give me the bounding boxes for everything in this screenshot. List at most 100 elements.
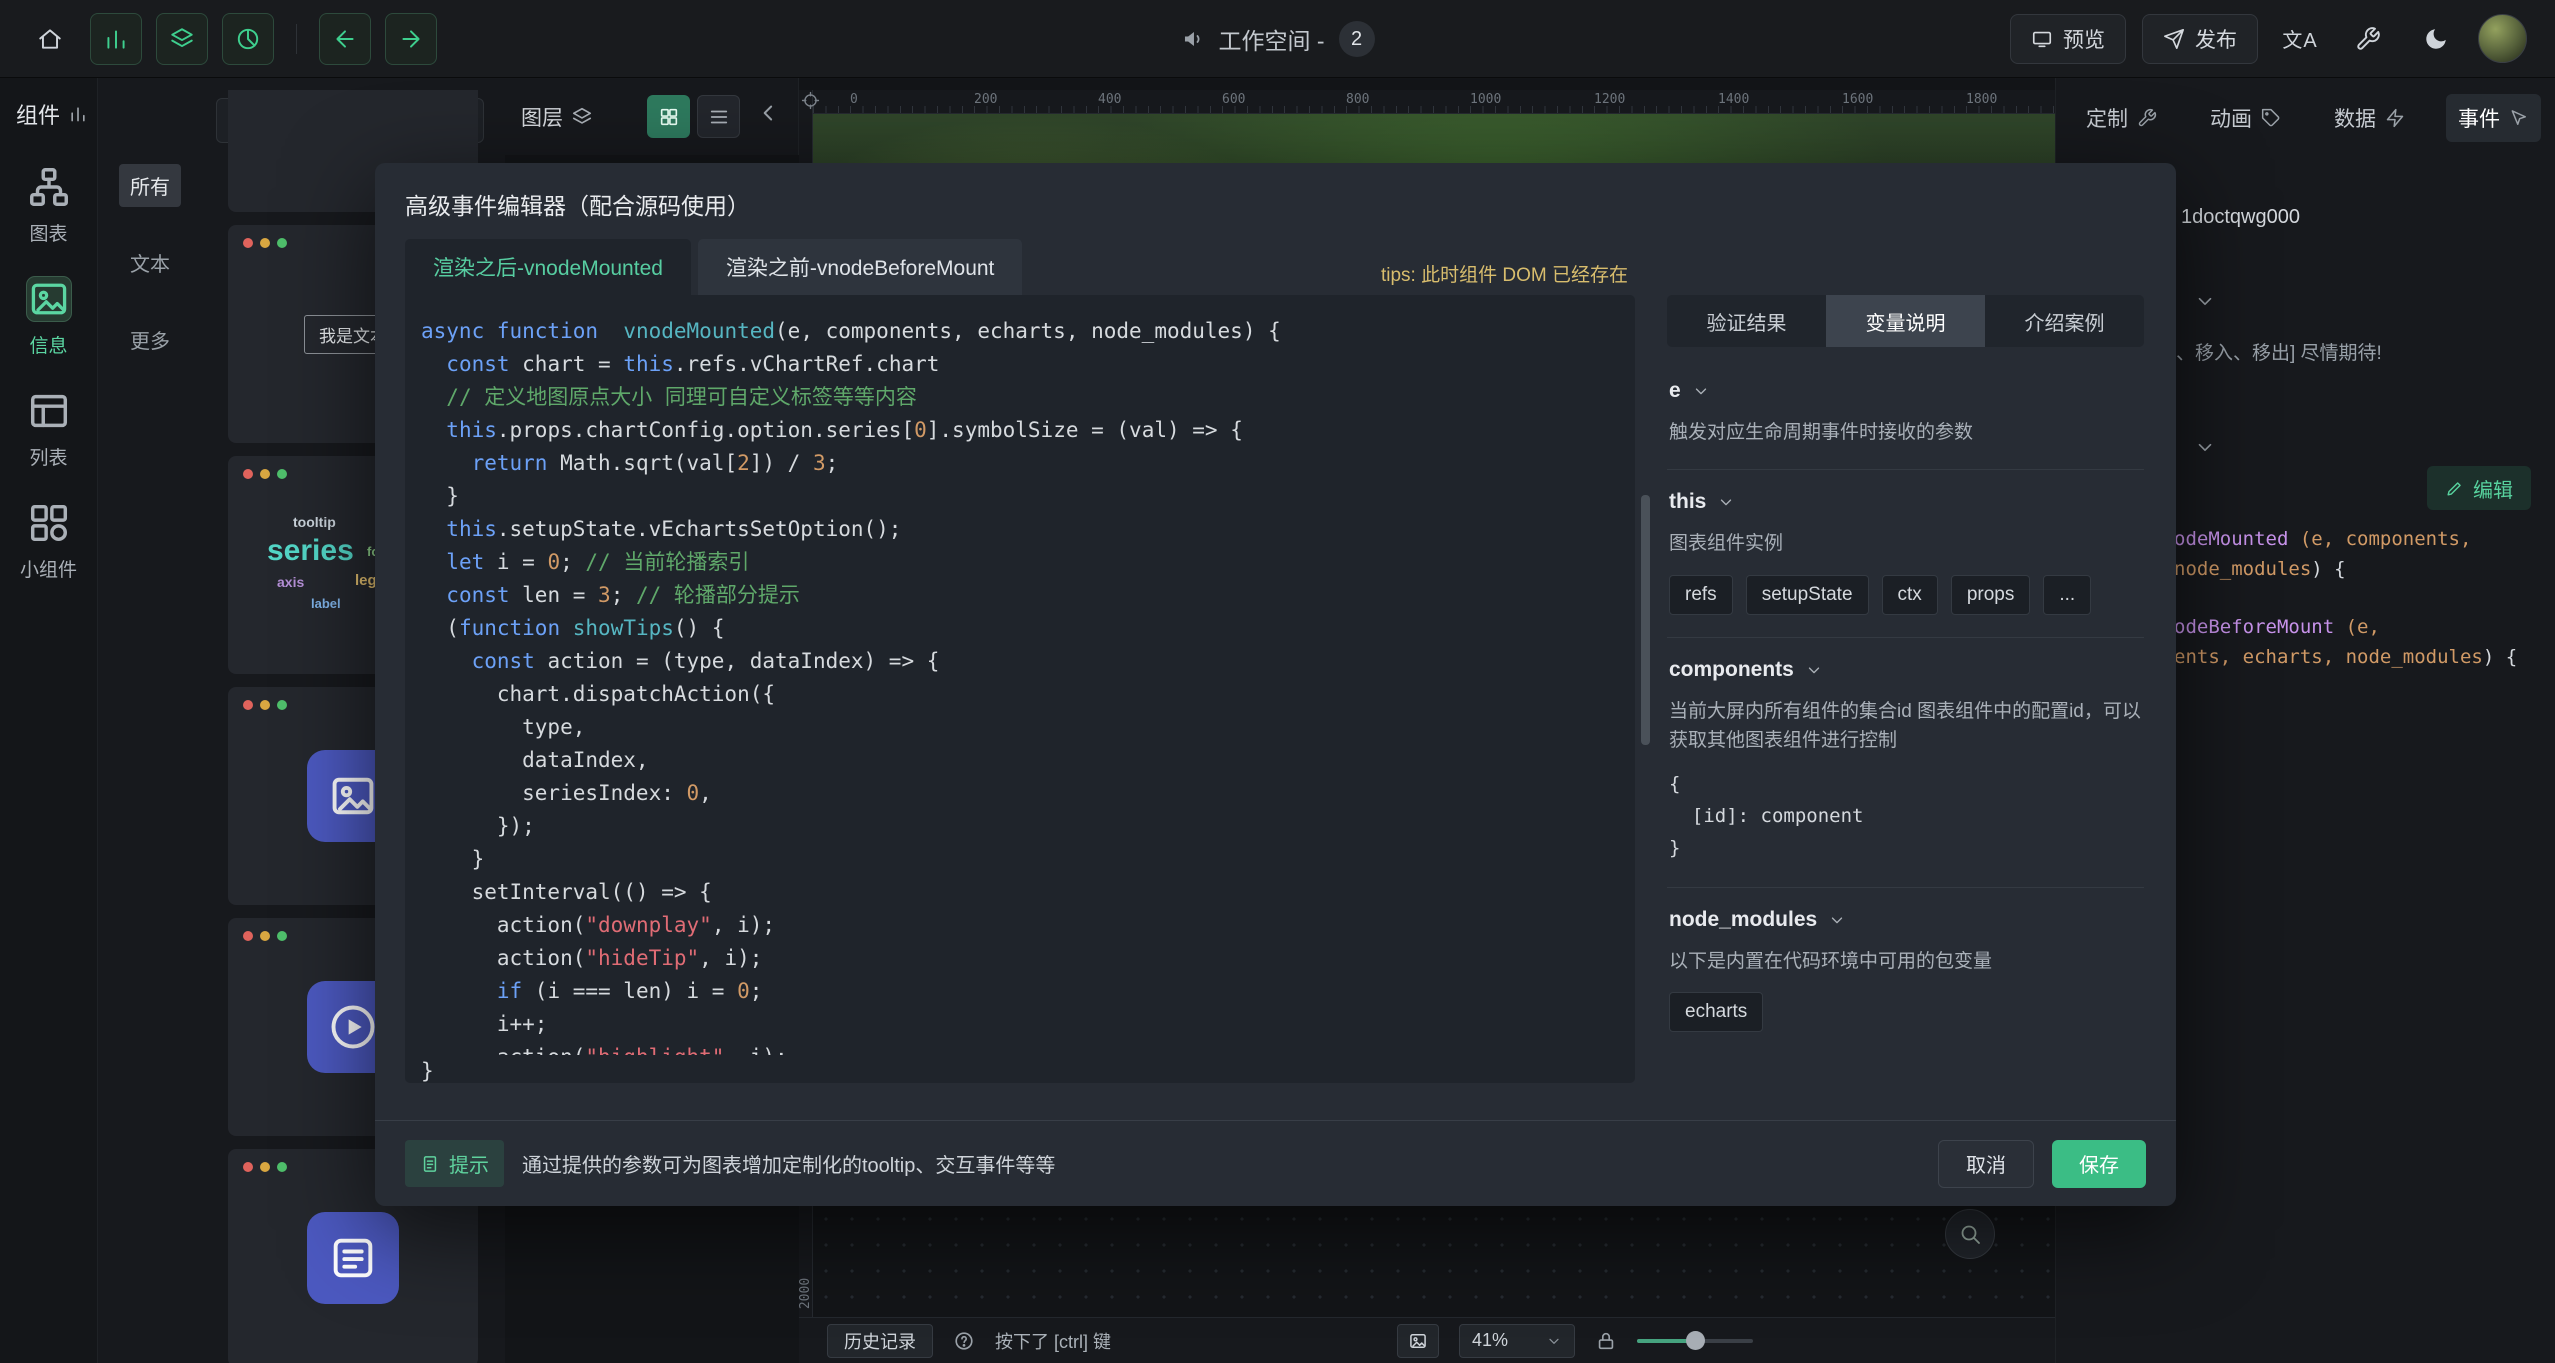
moon-icon (2423, 26, 2449, 52)
chevron-down-icon (1828, 911, 1846, 929)
doc-chip[interactable]: ctx (1882, 575, 1938, 615)
event-code-preview: odeMounted (e, components,node_modules) … (2174, 524, 2517, 672)
paper-plane-icon (2163, 28, 2185, 50)
lifecycle-tab[interactable]: 渲染之前-vnodeBeforeMount (698, 239, 1022, 295)
settings-tab-事件[interactable]: 事件 (2446, 94, 2541, 142)
theme-toggle-button[interactable] (2410, 13, 2462, 65)
event-teaser-text: 、移入、移出] 尽情期待! (2176, 338, 2382, 365)
doc-section-components: components当前大屏内所有组件的集合id 图表组件中的配置id，可以获取… (1667, 638, 2144, 888)
code-line: async function vnodeMounted(e, component… (421, 315, 1619, 348)
doc-chip[interactable]: echarts (1669, 992, 1763, 1032)
category-tab[interactable]: 文本 (119, 241, 181, 284)
doc-chip[interactable]: refs (1669, 575, 1733, 615)
docs-tab-介绍案例[interactable]: 介绍案例 (1985, 295, 2144, 347)
settings-tab-label: 定制 (2086, 103, 2128, 133)
code-scrollbar[interactable] (1641, 295, 1650, 1083)
question-icon[interactable] (953, 1330, 975, 1352)
zoom-select[interactable]: 41% (1459, 1324, 1575, 1358)
widgets-icon (26, 500, 72, 546)
magnifier-button[interactable] (1945, 1209, 1995, 1259)
redo-button[interactable] (385, 13, 437, 65)
ruler-tick: 400 (1098, 92, 1121, 107)
doc-section-header[interactable]: e (1669, 379, 2142, 403)
publish-button[interactable]: 发布 (2142, 14, 2258, 64)
thumbnail-toggle-button[interactable] (1397, 1324, 1439, 1358)
scrollbar-thumb[interactable] (1641, 495, 1650, 745)
pie-chart-icon (235, 26, 261, 52)
ruler-origin-icon[interactable] (801, 91, 820, 110)
settings-tab-动画[interactable]: 动画 (2198, 94, 2293, 142)
pie-app-button[interactable] (222, 13, 274, 65)
lifecycle-tabs: 渲染之后-vnodeMounted渲染之前-vnodeBeforeMount (405, 239, 1022, 295)
code-line: let i = 0; // 当前轮播索引 (421, 546, 1619, 579)
image-icon (327, 770, 379, 822)
doc-section-desc: 图表组件实例 (1669, 529, 2142, 558)
category-tab[interactable]: 更多 (119, 318, 181, 361)
sidebar-item-label: 列表 (29, 443, 67, 470)
doc-chip[interactable]: props (1951, 575, 2031, 615)
settings-tab-数据[interactable]: 数据 (2322, 94, 2417, 142)
docs-tab-变量说明[interactable]: 变量说明 (1826, 295, 1985, 347)
chevron-down-icon[interactable] (2194, 436, 2216, 458)
chevron-down-icon (1805, 661, 1823, 679)
undo-button[interactable] (319, 13, 371, 65)
doc-section-header[interactable]: components (1669, 658, 2142, 682)
code-line: return Math.sqrt(val[2]) / 3; (421, 447, 1619, 480)
code-line: (function showTips() { (421, 612, 1619, 645)
ruler-tick: 1200 (1594, 92, 1625, 107)
zoom-slider[interactable] (1637, 1339, 1753, 1343)
cancel-button[interactable]: 取消 (1938, 1140, 2034, 1188)
layers-list-view-button[interactable] (697, 95, 740, 138)
charts-app-button[interactable] (90, 13, 142, 65)
doc-chip[interactable]: ... (2043, 575, 2091, 615)
code-line: seriesIndex: 0, (421, 777, 1619, 810)
code-fragment-line: odeBeforeMount (e, (2174, 612, 2517, 642)
code-line: const len = 3; // 轮播部分提示 (421, 579, 1619, 612)
settings-tab-定制[interactable]: 定制 (2074, 94, 2169, 142)
sidebar-item-图表[interactable]: 图表 (0, 164, 97, 246)
doc-section-e: e触发对应生命周期事件时接收的参数 (1667, 359, 2144, 470)
sidebar-item-label: 信息 (29, 331, 67, 358)
tools-button[interactable] (2342, 13, 2394, 65)
sidebar-item-小组件[interactable]: 小组件 (0, 500, 97, 582)
horizontal-ruler: 020040060080010001200140016001800 (813, 90, 2055, 114)
doc-section-this: this 图表组件实例 refs setupState ctx props... (1667, 470, 2144, 637)
code-view: async function vnodeMounted(e, component… (421, 315, 1619, 1055)
chevron-down-icon (1717, 493, 1735, 511)
component-id: 1doctqwg000 (2181, 206, 2300, 229)
edit-button[interactable]: 编辑 (2427, 466, 2531, 510)
chevron-down-icon[interactable] (2194, 290, 2216, 312)
zoom-slider-handle[interactable] (1686, 1331, 1705, 1350)
docs-tab-验证结果[interactable]: 验证结果 (1667, 295, 1826, 347)
layers-collapse-button[interactable] (756, 100, 782, 133)
language-button[interactable]: 文A (2274, 13, 2326, 65)
wrench-icon (2355, 26, 2381, 52)
monitor-icon (2031, 28, 2053, 50)
code-line: // 定义地图原点大小 同理可自定义标签等等内容 (421, 381, 1619, 414)
home-button[interactable] (24, 13, 76, 65)
topbar: 工作空间 - 2 预览 发布 文A (0, 0, 2555, 78)
layers-app-button[interactable] (156, 13, 208, 65)
doc-section-header[interactable]: node_modules (1669, 908, 2142, 932)
preview-button[interactable]: 预览 (2010, 14, 2126, 64)
doc-chip[interactable]: setupState (1746, 575, 1869, 615)
grid-icon (658, 106, 680, 128)
sidebar-item-列表[interactable]: 列表 (0, 388, 97, 470)
code-editor[interactable]: async function vnodeMounted(e, component… (405, 295, 1635, 1083)
layers-grid-view-button[interactable] (647, 95, 690, 138)
code-line: this.props.chartConfig.option.series[0].… (421, 414, 1619, 447)
lifecycle-tab[interactable]: 渲染之后-vnodeMounted (405, 239, 691, 295)
cursor-icon (2509, 108, 2529, 128)
bottom-bar-left: 历史记录 按下了 [ctrl] 键 (827, 1318, 1111, 1363)
code-fragment-line: node_modules) { (2174, 554, 2517, 584)
lock-icon[interactable] (1595, 1330, 1617, 1352)
sidebar-item-信息[interactable]: 信息 (0, 276, 97, 358)
settings-tab-label: 事件 (2458, 103, 2500, 133)
history-button[interactable]: 历史记录 (827, 1324, 933, 1358)
category-tab[interactable]: 所有 (119, 164, 181, 207)
play-icon (327, 1001, 379, 1053)
avatar[interactable] (2478, 14, 2527, 63)
doc-section-header[interactable]: this (1669, 490, 2142, 514)
doc-section-name: components (1669, 658, 1794, 682)
save-button[interactable]: 保存 (2052, 1140, 2146, 1188)
